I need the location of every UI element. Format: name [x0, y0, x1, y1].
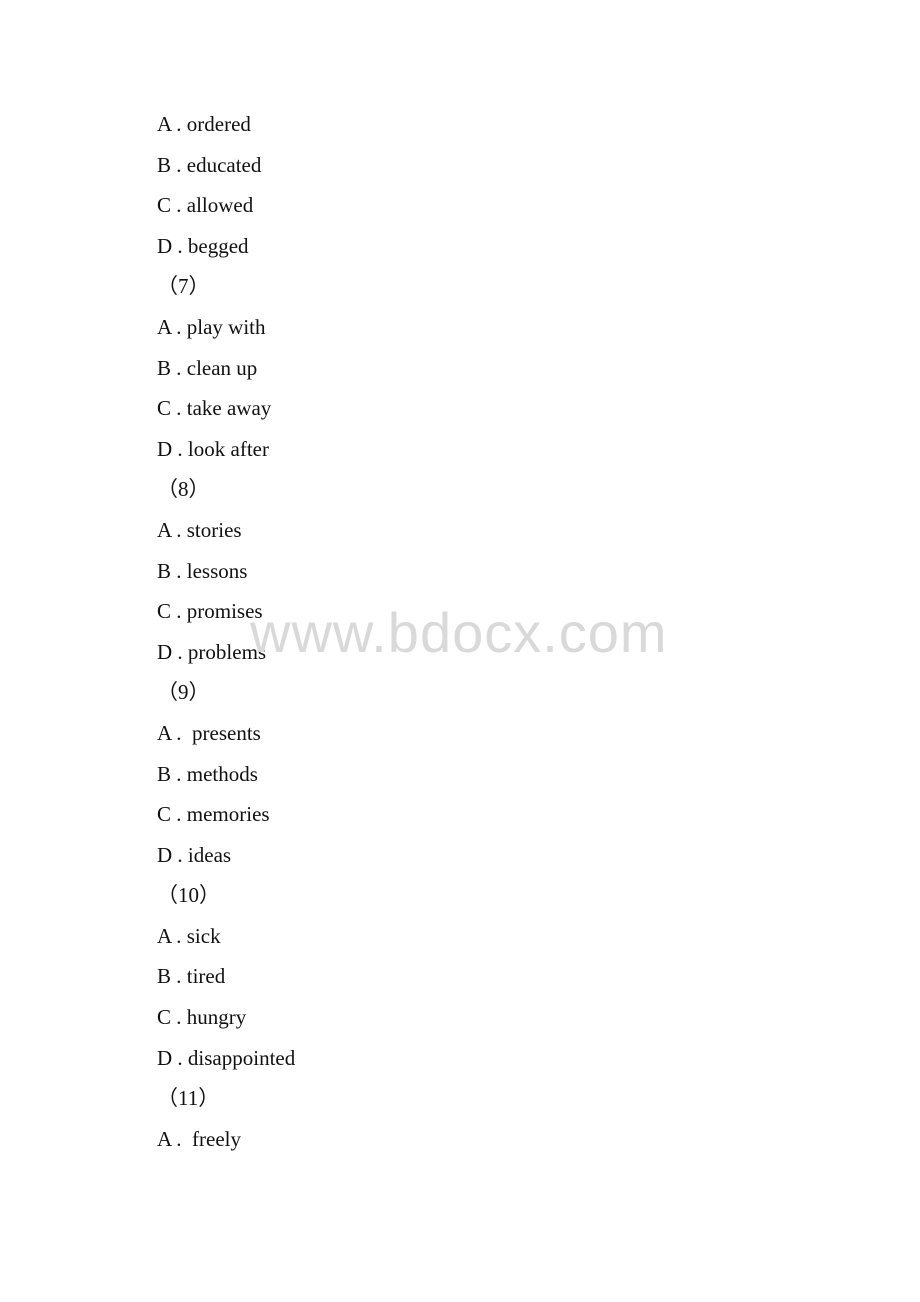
option-b-educated: B . educated [157, 152, 262, 177]
option-a-freely: A . freely [157, 1126, 241, 1151]
watermark: www.bdocx.com [250, 601, 668, 664]
option-a-presents: A . presents [157, 720, 261, 745]
document-page: A . ordered B . educated C . allowed D .… [0, 0, 920, 1302]
option-d-disappointed: D . disappointed [157, 1045, 296, 1070]
option-a-sick: A . sick [157, 923, 221, 948]
option-c-take-away: C . take away [157, 396, 272, 421]
option-d-problems: D . problems [157, 639, 267, 664]
option-b-tired: B . tired [157, 964, 226, 989]
option-a-stories: A . stories [157, 517, 242, 542]
question-number-7: （7） [157, 274, 210, 299]
question-number-8: （8） [157, 477, 210, 502]
option-c-hungry: C . hungry [157, 1005, 247, 1030]
option-b-clean-up: B . clean up [157, 355, 258, 380]
option-c-memories: C . memories [157, 802, 270, 827]
option-b-methods: B . methods [157, 761, 258, 786]
option-b-lessons: B . lessons [157, 558, 248, 583]
option-d-ideas: D . ideas [157, 842, 232, 867]
option-a-play-with: A . play with [157, 314, 266, 339]
question-number-9: （9） [157, 680, 210, 705]
option-c-promises: C . promises [157, 599, 263, 624]
option-c-allowed: C . allowed [157, 193, 254, 218]
question-number-10: （10） [157, 883, 220, 908]
option-a-ordered: A . ordered [157, 112, 251, 136]
option-d-look-after: D . look after [157, 436, 269, 461]
question-options-list: A . ordered B . educated C . allowed D .… [157, 110, 295, 1165]
option-d-begged: D . begged [157, 233, 249, 258]
question-number-11: （11） [157, 1086, 220, 1111]
